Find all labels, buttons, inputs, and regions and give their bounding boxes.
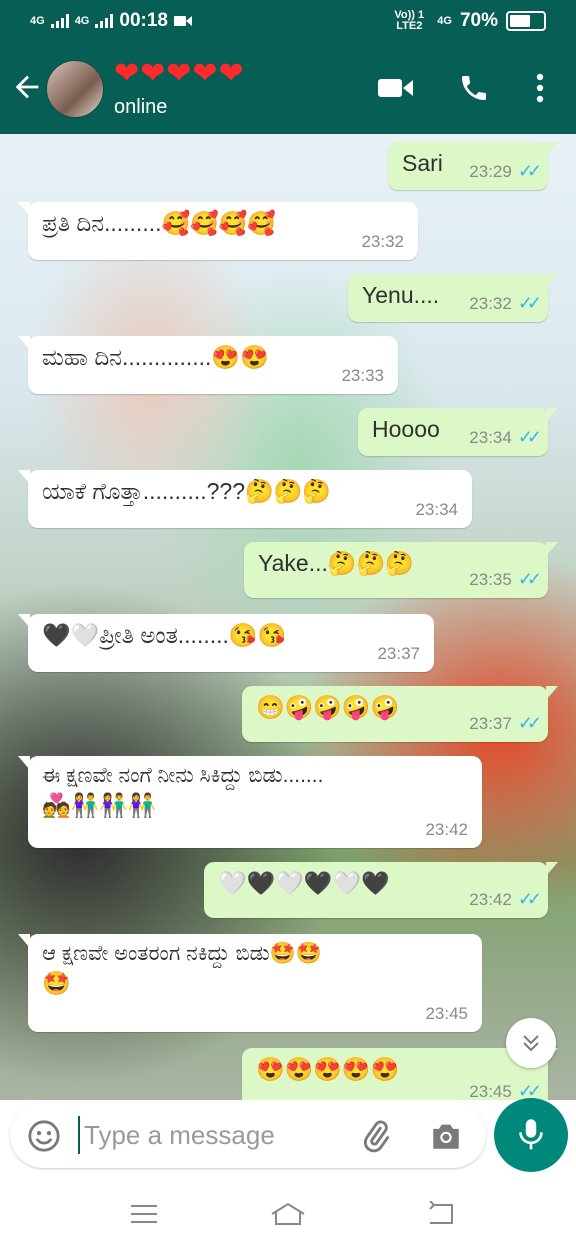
message-incoming[interactable]: ಮಹಾ ದಿನ..............😍😍 23:33 bbox=[18, 336, 398, 394]
message-time: 23:34 bbox=[415, 500, 458, 519]
signal-2-icon bbox=[95, 14, 114, 28]
signal-1-icon bbox=[50, 14, 69, 28]
message-outgoing[interactable]: Hoooo 23:34 ✓✓ bbox=[358, 408, 558, 456]
menu-icon[interactable] bbox=[124, 1196, 164, 1232]
message-input-container[interactable] bbox=[10, 1102, 486, 1168]
contact-status: online bbox=[114, 96, 168, 118]
video-call-icon[interactable] bbox=[376, 68, 416, 108]
signal-1-label: 4G bbox=[30, 14, 45, 27]
read-receipt-icon: ✓✓ bbox=[517, 889, 542, 909]
message-outgoing[interactable]: 🤍🖤🤍🖤🤍🖤 23:42 ✓✓ bbox=[204, 862, 558, 918]
emoji-icon[interactable] bbox=[26, 1118, 62, 1154]
chevron-double-down-icon[interactable] bbox=[506, 1018, 556, 1068]
message-time: 23:42 bbox=[469, 889, 512, 909]
message-outgoing[interactable]: 😁🤪🤪🤪🤪 23:37 ✓✓ bbox=[242, 686, 558, 742]
message-incoming[interactable]: ಪ್ರತಿ ದಿನ.........🥰🥰🥰🥰 23:32 bbox=[18, 202, 418, 260]
more-vert-icon[interactable] bbox=[520, 68, 560, 108]
message-incoming[interactable]: ಯಾಕೆ ಗೊತ್ತಾ..........???🤔🤔🤔 23:34 bbox=[18, 470, 472, 528]
volte-label: Vo)) 1 LTE2 bbox=[394, 9, 425, 32]
message-outgoing[interactable]: Sari 23:29 ✓✓ bbox=[388, 142, 558, 190]
composer bbox=[0, 1096, 576, 1180]
message-time: 23:45 bbox=[425, 1004, 468, 1023]
message-time: 23:29 bbox=[469, 161, 512, 181]
battery-percent: 70% bbox=[459, 10, 498, 31]
message-incoming[interactable]: ಈ ಕ್ಷಣವೇ ನಂಗೆ ನೀನು ಸಿಕಿದ್ದು ಬಿಡು....... … bbox=[18, 756, 482, 848]
message-outgoing[interactable]: Yake...🤔🤔🤔 23:35 ✓✓ bbox=[244, 542, 558, 598]
system-nav-bar bbox=[0, 1182, 576, 1248]
clock: 00:18 bbox=[119, 10, 168, 31]
chat-background[interactable]: Sari 23:29 ✓✓ ಪ್ರತಿ ದಿನ.........🥰🥰🥰🥰 23:3… bbox=[0, 134, 576, 1100]
back-nav-icon[interactable] bbox=[420, 1196, 460, 1232]
battery-fill bbox=[510, 15, 530, 27]
message-input[interactable] bbox=[78, 1116, 346, 1154]
message-time: 23:33 bbox=[341, 366, 384, 385]
read-receipt-icon: ✓✓ bbox=[517, 569, 542, 589]
paperclip-icon[interactable] bbox=[358, 1118, 394, 1154]
message-time: 23:37 bbox=[469, 713, 512, 733]
read-receipt-icon: ✓✓ bbox=[517, 293, 542, 313]
message-time: 23:42 bbox=[425, 820, 468, 839]
battery-icon bbox=[506, 11, 546, 31]
message-outgoing[interactable]: 😍😍😍😍😍 23:45 ✓✓ bbox=[242, 1048, 558, 1100]
home-icon[interactable] bbox=[268, 1196, 308, 1232]
message-outgoing[interactable]: Yenu.... 23:32 ✓✓ bbox=[348, 274, 558, 322]
message-time: 23:35 bbox=[469, 569, 512, 589]
contact-name[interactable]: ❤❤❤❤❤ bbox=[114, 56, 245, 91]
video-notification-icon bbox=[173, 16, 192, 26]
message-incoming[interactable]: ಆ ಕ್ಷಣವೇ ಅಂತರಂಗ ನಕಿದ್ದು ಬಿಡು🤩🤩 🤩 23:45 bbox=[18, 934, 482, 1032]
read-receipt-icon: ✓✓ bbox=[517, 713, 542, 733]
mic-icon[interactable] bbox=[494, 1098, 568, 1172]
arrow-left-icon[interactable] bbox=[10, 70, 44, 104]
network-type-label: 4G bbox=[437, 14, 452, 27]
status-bar: 4G 4G 00:18 Vo)) 1 LTE2 4G 70% bbox=[0, 0, 576, 44]
camera-icon[interactable] bbox=[428, 1118, 464, 1154]
message-time: 23:37 bbox=[377, 644, 420, 663]
read-receipt-icon: ✓✓ bbox=[517, 427, 542, 447]
chat-header: ❤❤❤❤❤ online bbox=[0, 44, 576, 134]
message-incoming[interactable]: 🖤🤍ಪ್ರೀತಿ ಅಂತ........😘😘 23:37 bbox=[18, 614, 434, 672]
message-time: 23:32 bbox=[361, 232, 404, 251]
message-time: 23:32 bbox=[469, 293, 512, 313]
read-receipt-icon: ✓✓ bbox=[517, 161, 542, 181]
phone-icon[interactable] bbox=[454, 68, 494, 108]
avatar[interactable] bbox=[46, 60, 104, 118]
message-time: 23:34 bbox=[469, 427, 512, 447]
signal-2-label: 4G bbox=[74, 14, 90, 27]
